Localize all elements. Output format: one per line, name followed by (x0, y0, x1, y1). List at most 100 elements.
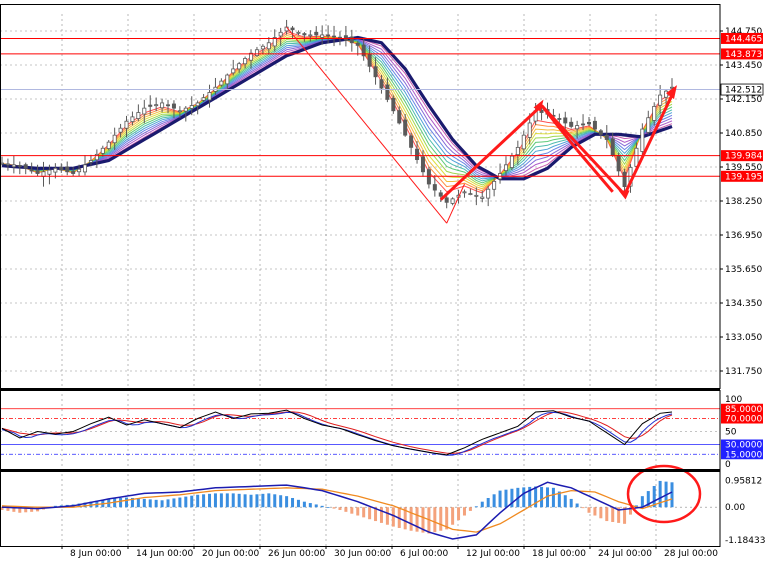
rsi-tick-label: 100 (725, 395, 742, 405)
candle-body (59, 166, 64, 171)
macd-histogram-bar (451, 507, 455, 525)
candle-body (432, 184, 437, 191)
candle-body (5, 163, 10, 166)
macd-histogram-bar (540, 486, 544, 508)
rsi-level-label: 85.0000 (725, 405, 762, 415)
candle-body (296, 31, 301, 34)
candle-body (112, 134, 117, 144)
candle-body (509, 155, 514, 168)
candle-body (201, 97, 206, 101)
candle-body (640, 128, 645, 152)
time-tick-label: 12 Jul 00:00 (466, 549, 520, 559)
candle-body (23, 164, 28, 169)
candle-body (486, 188, 491, 199)
macd-histogram-bar (249, 494, 253, 508)
candle-body (391, 97, 396, 112)
price-tick-label: 135.650 (725, 265, 762, 275)
candle-body (634, 147, 639, 167)
price-tick-label: 143.450 (725, 61, 762, 71)
time-tick-label: 6 Jul 00:00 (400, 549, 449, 559)
time-tick-label: 18 Jul 00:00 (532, 549, 586, 559)
macd-histogram-bar (439, 507, 443, 531)
candle-body (480, 196, 485, 199)
candle-body (343, 35, 348, 41)
candle-body (124, 120, 129, 129)
candle-body (266, 42, 271, 50)
candle-body (592, 120, 597, 130)
macd-histogram-bar (356, 507, 360, 516)
candle-body (349, 36, 354, 44)
macd-histogram-bar (368, 507, 372, 520)
level-price-label: 139.984 (725, 152, 762, 162)
candle-body (148, 104, 153, 107)
price-tick-label: 142.150 (725, 95, 762, 105)
candle-body (515, 146, 520, 156)
candle-body (254, 49, 259, 57)
macd-histogram-bar (219, 493, 223, 508)
price-tick-label: 134.350 (725, 299, 762, 309)
macd-histogram-bar (279, 495, 283, 508)
time-tick-label: 20 Jun 00:00 (202, 549, 259, 559)
candle-body (563, 117, 568, 124)
candle-body (118, 127, 123, 133)
candle-body (426, 169, 431, 185)
macd-histogram-bar (208, 493, 212, 508)
macd-histogram-bar (468, 507, 472, 511)
level-price-label: 139.195 (725, 172, 762, 182)
candle-body (569, 121, 574, 127)
macd-histogram-bar (125, 497, 129, 508)
price-tick-label: 138.250 (725, 197, 762, 207)
candle-body (658, 94, 663, 106)
macd-histogram-bar (142, 498, 146, 508)
rsi-level-label: 30.0000 (725, 441, 762, 451)
candle-body (403, 119, 408, 136)
macd-histogram-bar (409, 507, 413, 531)
candle-body (314, 31, 319, 36)
candle-body (397, 110, 402, 124)
macd-histogram-bar (136, 498, 140, 508)
candle-body (53, 167, 58, 173)
candle-body (616, 155, 621, 172)
candle-body (160, 102, 165, 109)
macd-histogram-bar (119, 497, 123, 508)
candle-body (237, 63, 242, 70)
candle-body (243, 58, 248, 65)
price-tick-label: 133.050 (725, 333, 762, 343)
macd-histogram-bar (575, 503, 579, 508)
macd-histogram-bar (225, 493, 229, 508)
time-tick-label: 24 Jul 00:00 (598, 549, 652, 559)
macd-histogram-bar (178, 497, 182, 508)
macd-histogram-bar (166, 499, 170, 508)
candle-body (225, 74, 230, 85)
candle-body (450, 198, 455, 204)
macd-histogram-bar (611, 507, 615, 522)
candle-body (575, 125, 580, 130)
rsi-tick-label: 50 (725, 428, 737, 438)
candle-body (177, 110, 182, 113)
candle-body (71, 171, 76, 174)
candle-body (136, 112, 141, 119)
macd-histogram-bar (569, 498, 573, 508)
macd-histogram-bar (587, 507, 591, 513)
macd-histogram-bar (148, 499, 152, 508)
candle-body (308, 34, 313, 37)
macd-histogram-bar (308, 503, 312, 508)
candle-body (438, 192, 443, 197)
macd-histogram-bar (504, 489, 508, 508)
macd-histogram-bar (213, 493, 217, 508)
macd-histogram-bar (326, 507, 330, 509)
candle-body (646, 117, 651, 133)
candle-body (367, 53, 372, 67)
rsi-tick-label: 0 (725, 460, 731, 470)
macd-histogram-bar (640, 496, 644, 508)
macd-histogram-bar (332, 507, 336, 509)
current-price-label: 142.512 (725, 86, 762, 96)
macd-histogram-bar (314, 504, 318, 508)
macd-histogram-bar (498, 490, 502, 508)
macd-histogram-bar (255, 494, 259, 508)
candle-body (622, 171, 627, 188)
macd-histogram-bar (291, 497, 295, 508)
candle-body (11, 164, 16, 168)
candle-body (142, 107, 147, 115)
macd-histogram-bar (190, 495, 194, 508)
